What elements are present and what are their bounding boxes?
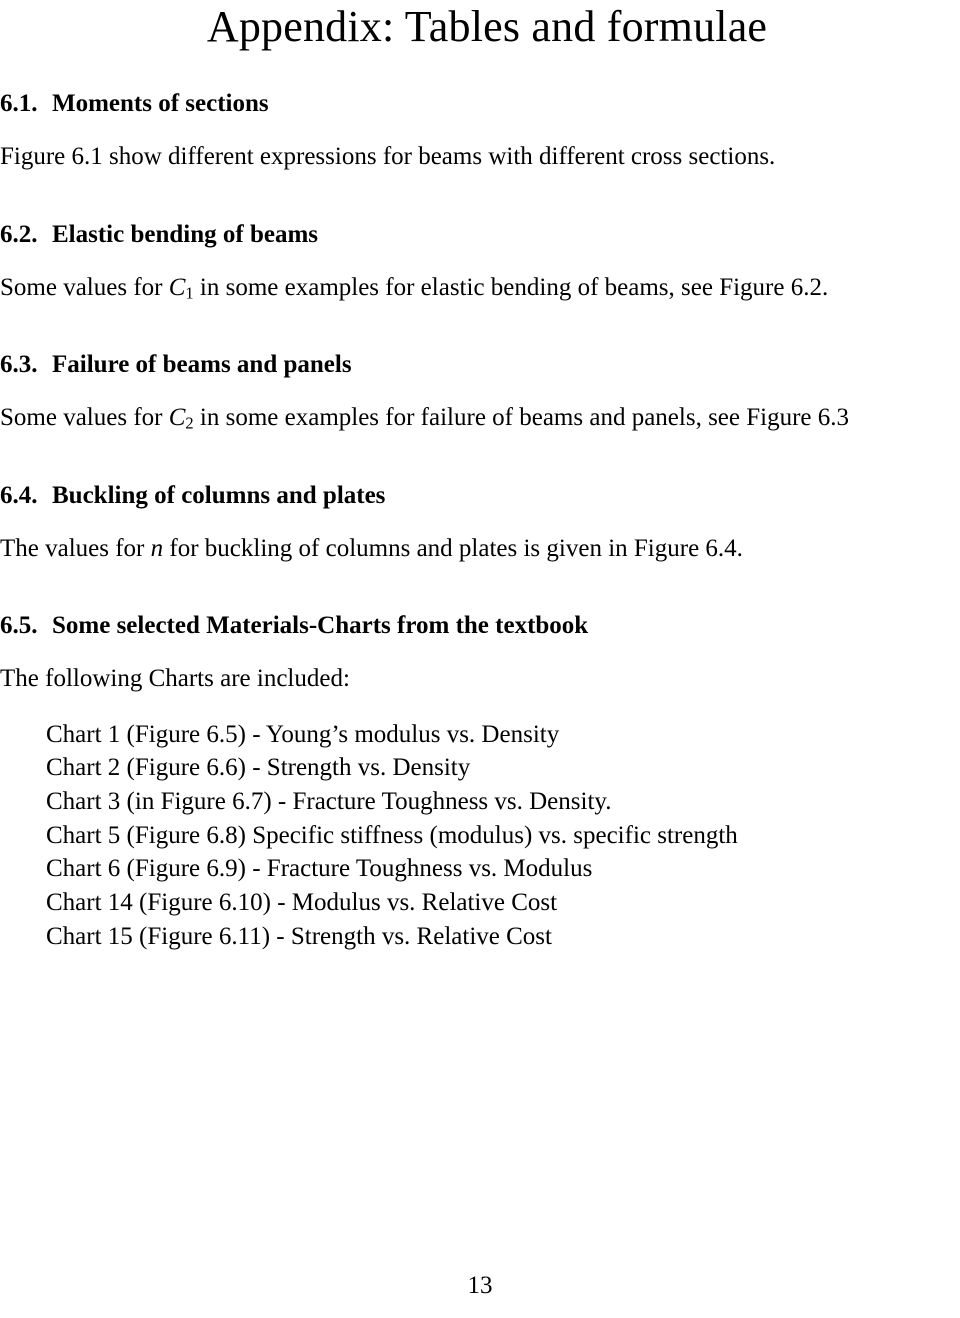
document-page: Appendix: Tables and formulae 6.1. Moment… (0, 0, 960, 1318)
page-title: Appendix: Tables and formulae (206, 2, 768, 51)
section-6-2: 6.2. Elastic bending of beams Some values… (0, 220, 960, 305)
page-number: 13 (467, 1272, 493, 1299)
list-item: Chart 1 (Figure 6.5) - Young’s modulus v… (46, 720, 560, 748)
section-6-3: 6.3. Failure of beams and panels Some val… (0, 350, 960, 435)
list-item: Chart 3 (in Figure 6.7) - Fracture Tough… (46, 788, 612, 816)
list-item: Chart 15 (Figure 6.11) - Strength vs. Re… (46, 922, 552, 950)
section-body-6-4: The values for n for buckling of columns… (0, 533, 960, 566)
section-number-6-4: 6.4. (0, 481, 38, 509)
section-title-6-4: Buckling of columns and plates (52, 481, 386, 509)
math-subscript: 2 (185, 413, 194, 433)
math-symbol: n (150, 534, 164, 562)
body-text-prefix-6-4: The values for (0, 534, 151, 562)
section-number-6-3: 6.3. (0, 351, 38, 379)
section-6-1: 6.1. Moments of sections Figure 6.1 show … (0, 89, 960, 174)
section-heading-6-1: 6.1. Moments of sections (0, 89, 960, 119)
body-text-6-1: Figure 6.1 show different expressions fo… (0, 143, 776, 171)
section-number-6-5: 6.5. (0, 612, 38, 640)
math-subscript: 1 (185, 283, 194, 303)
section-title-6-5: Some selected Materials-Charts from the … (52, 612, 589, 640)
section-number-6-1: 6.1. (0, 90, 38, 118)
chart-list: Chart 1 (Figure 6.5) - Young’s modulus v… (0, 718, 960, 953)
section-body-6-5: The following Charts are included: (0, 663, 960, 696)
section-body-6-3: Some values for C2 in some examples for … (0, 402, 960, 435)
body-text-suffix-6-4: for buckling of columns and plates is gi… (163, 534, 743, 562)
page-content: Appendix: Tables and formulae 6.1. Moment… (0, 0, 960, 953)
math-variable-n: n (151, 535, 164, 562)
body-text-suffix-6-2: in some examples for elastic bending of … (193, 273, 829, 301)
section-body-6-2: Some values for C1 in some examples for … (0, 272, 960, 305)
section-6-4: 6.4. Buckling of columns and plates The v… (0, 481, 960, 566)
body-text-suffix-6-3: in some examples for failure of beams an… (193, 404, 850, 432)
math-variable-c1: C1 (169, 274, 194, 301)
body-text-prefix-6-2: Some values for (0, 273, 169, 301)
list-item: Chart 6 (Figure 6.9) - Fracture Toughnes… (46, 855, 593, 883)
math-symbol: C (168, 404, 186, 432)
section-heading-6-2: 6.2. Elastic bending of beams (0, 220, 960, 250)
section-title-6-2: Elastic bending of beams (52, 220, 319, 248)
body-text-6-5: The following Charts are included: (0, 665, 350, 693)
section-title-6-3: Failure of beams and panels (52, 351, 352, 379)
list-item: Chart 2 (Figure 6.6) - Strength vs. Dens… (46, 754, 471, 782)
list-item: Chart 5 (Figure 6.8) Specific stiffness … (46, 821, 738, 849)
section-heading-6-3: 6.3. Failure of beams and panels (0, 350, 960, 380)
body-text-prefix-6-3: Some values for (0, 404, 169, 432)
math-variable-c2: C2 (169, 404, 194, 431)
math-symbol: C (168, 273, 186, 301)
section-heading-6-4: 6.4. Buckling of columns and plates (0, 481, 960, 511)
section-number-6-2: 6.2. (0, 220, 38, 248)
section-6-5: 6.5. Some selected Materials-Charts from … (0, 611, 960, 953)
section-title-6-1: Moments of sections (52, 90, 269, 118)
list-item: Chart 14 (Figure 6.10) - Modulus vs. Rel… (46, 888, 558, 916)
section-body-6-1: Figure 6.1 show different expressions fo… (0, 141, 960, 174)
section-heading-6-5: 6.5. Some selected Materials-Charts from … (0, 611, 960, 641)
